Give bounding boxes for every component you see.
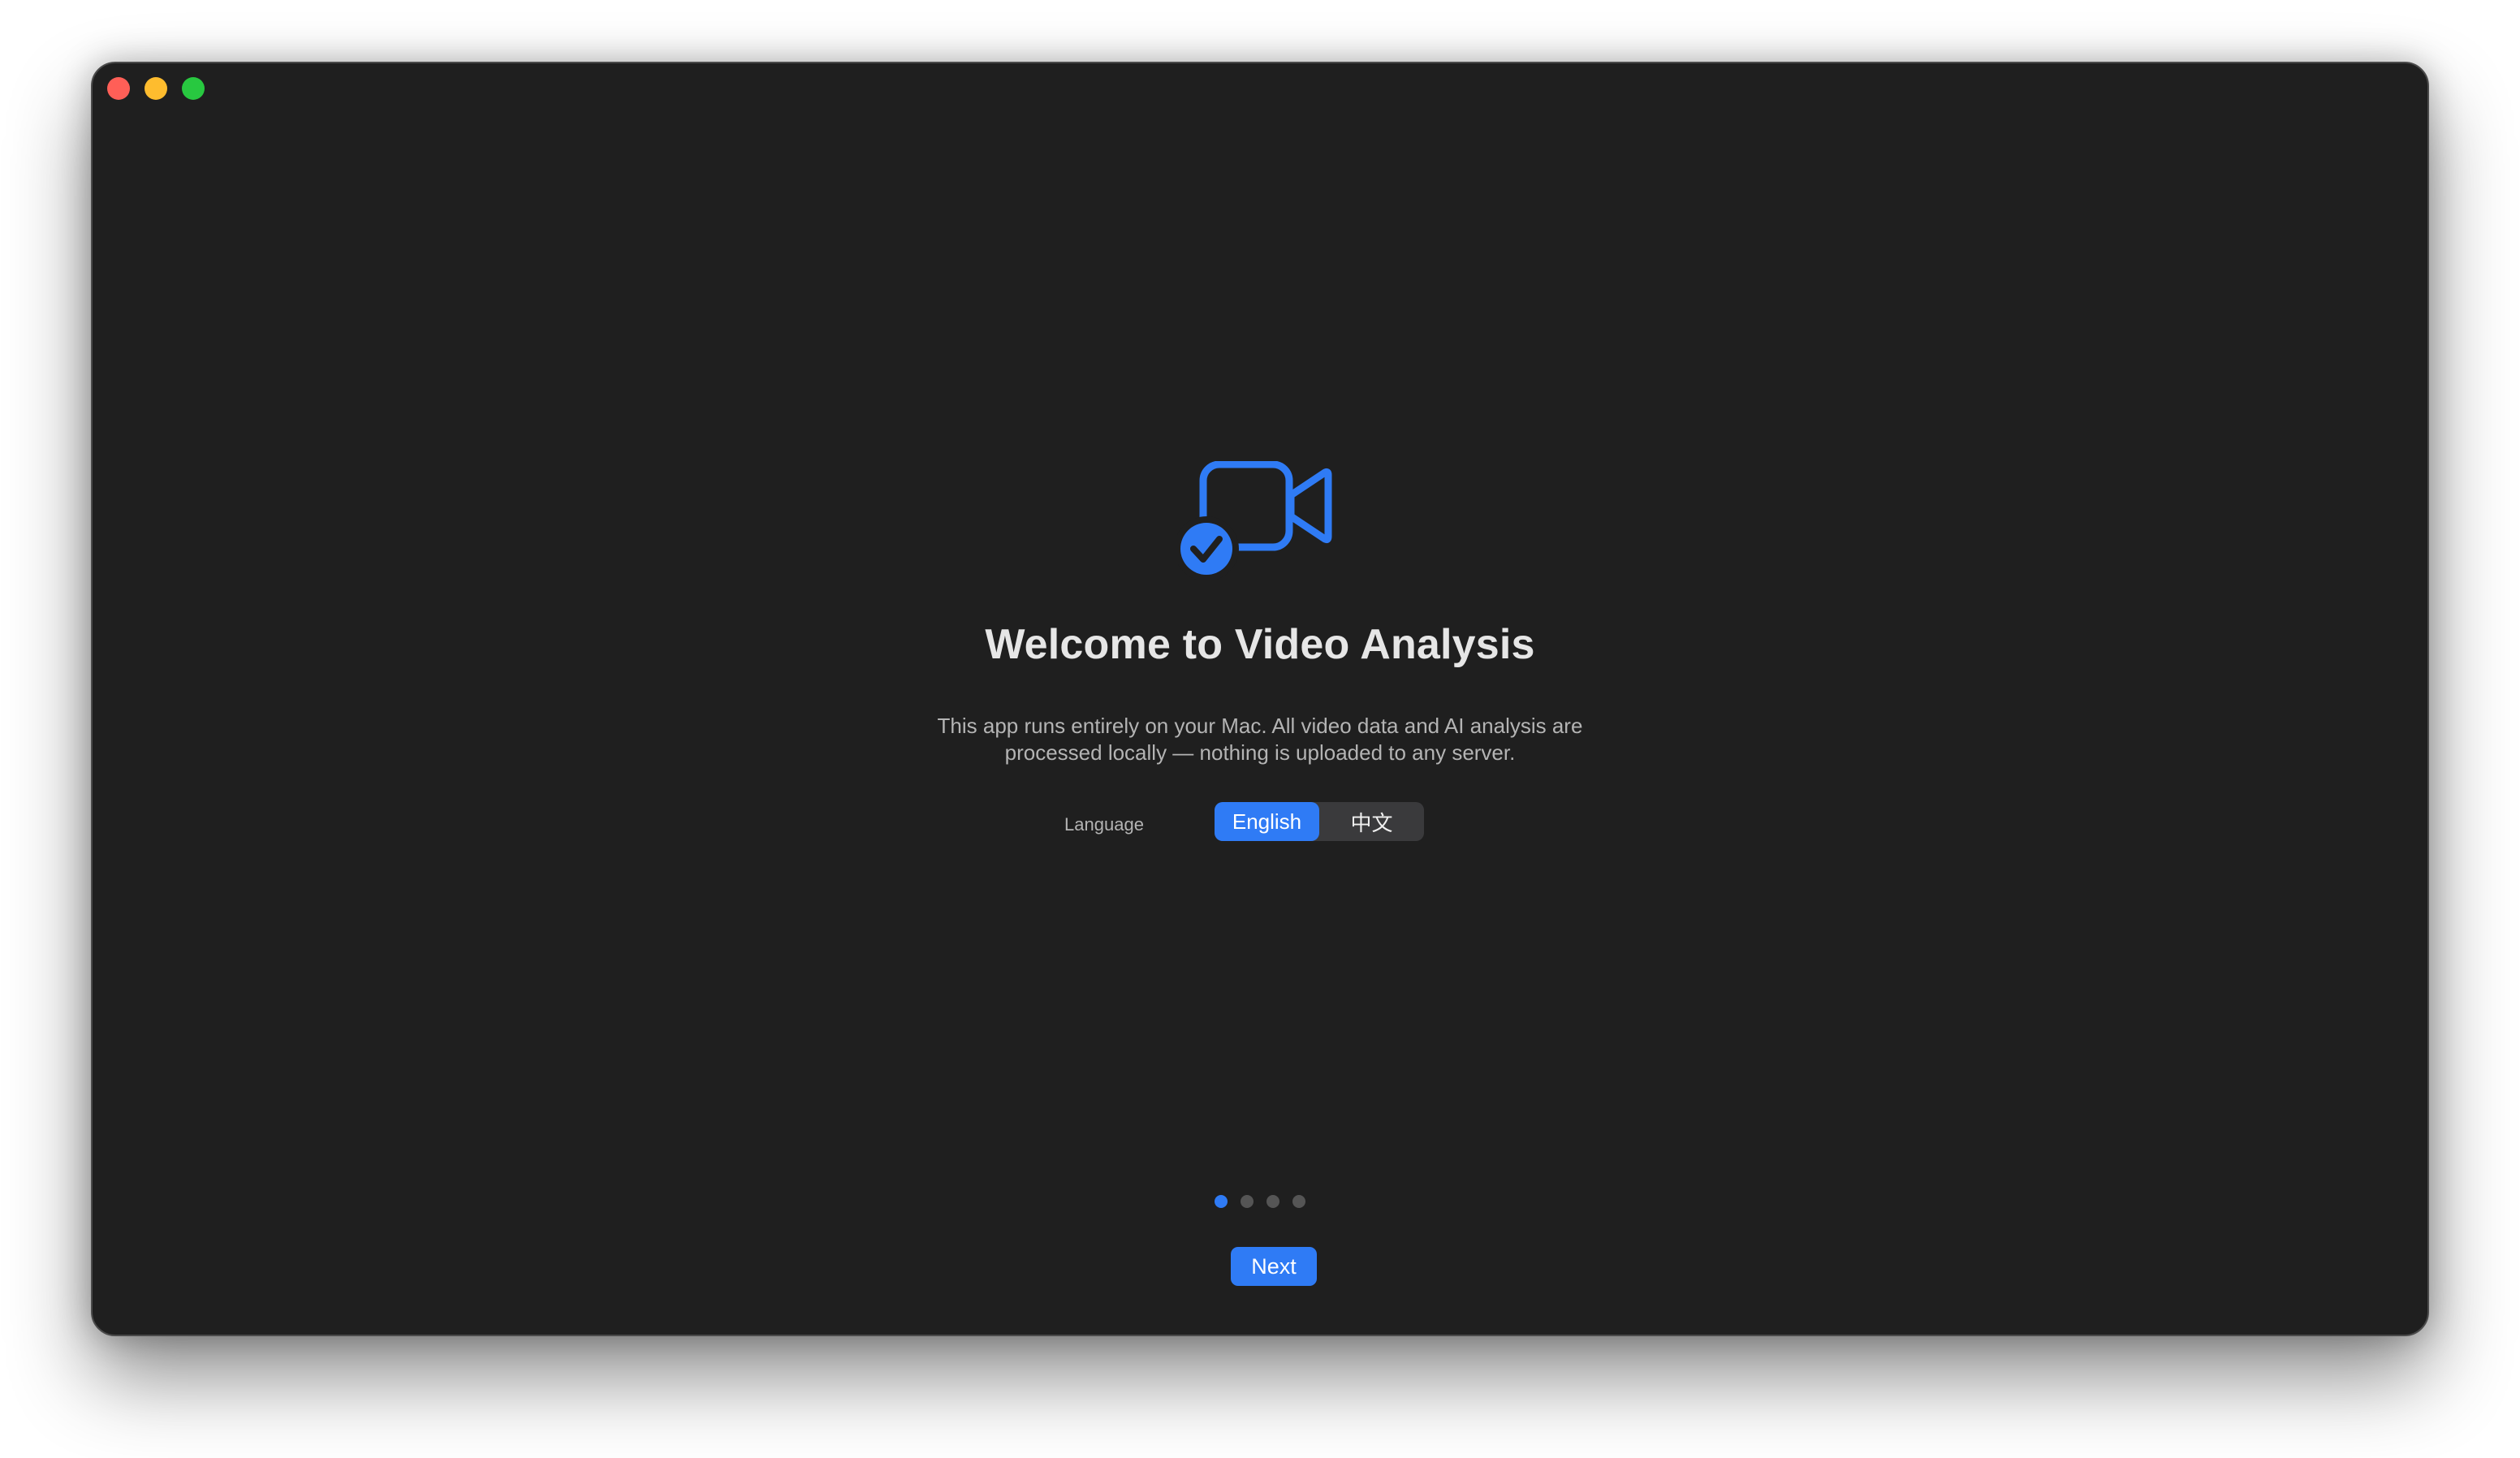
- close-window-button[interactable]: [107, 77, 130, 100]
- description-line-2: processed locally — nothing is uploaded …: [1004, 740, 1516, 765]
- zoom-window-button[interactable]: [182, 77, 205, 100]
- language-option-chinese[interactable]: 中文: [1319, 802, 1424, 841]
- page-dot-1[interactable]: [1215, 1195, 1228, 1208]
- next-button[interactable]: Next: [1231, 1247, 1317, 1286]
- language-option-english[interactable]: English: [1215, 802, 1319, 841]
- minimize-window-button[interactable]: [145, 77, 167, 100]
- app-window: Welcome to Video Analysis This app runs …: [91, 62, 2429, 1336]
- description-line-1: This app runs entirely on your Mac. All …: [937, 714, 1583, 738]
- welcome-description: This app runs entirely on your Mac. All …: [93, 713, 2427, 766]
- video-camera-checkmark-icon: [1177, 461, 1332, 580]
- page-dot-3[interactable]: [1266, 1195, 1279, 1208]
- welcome-title: Welcome to Video Analysis: [985, 621, 1535, 668]
- page-dot-2[interactable]: [1241, 1195, 1254, 1208]
- page-dot-4[interactable]: [1292, 1195, 1305, 1208]
- page-indicator: [93, 1195, 2427, 1208]
- language-segmented-control: English 中文: [1215, 802, 1424, 841]
- language-label: Language: [1064, 814, 1144, 835]
